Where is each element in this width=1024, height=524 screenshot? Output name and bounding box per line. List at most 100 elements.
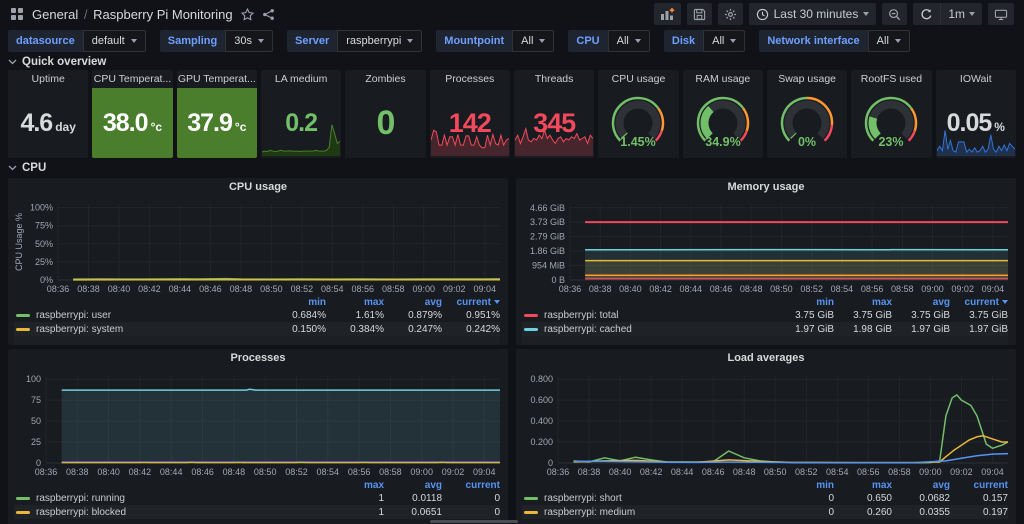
svg-text:2.79 GiB: 2.79 GiB bbox=[530, 232, 565, 242]
svg-text:1.86 GiB: 1.86 GiB bbox=[530, 246, 565, 256]
legend-col-current[interactable]: current bbox=[442, 480, 500, 491]
chevron-down-icon bbox=[258, 39, 264, 43]
stat-panel-iowait: IOWait 0.05% bbox=[936, 70, 1016, 158]
legend-series-name[interactable]: raspberrypi: short bbox=[544, 493, 622, 504]
chart-panel-cpu-usage: CPU usage0%25%50%75%100%08:3608:3808:400… bbox=[8, 178, 508, 345]
legend-col-current[interactable]: current bbox=[442, 297, 500, 308]
panel-title[interactable]: Uptime bbox=[8, 70, 88, 88]
legend-series-name[interactable]: raspberrypi: user bbox=[36, 310, 111, 321]
panel-title[interactable]: Threads bbox=[514, 70, 594, 88]
svg-text:08:50: 08:50 bbox=[254, 467, 277, 477]
svg-text:08:50: 08:50 bbox=[260, 284, 283, 294]
svg-text:100%: 100% bbox=[30, 203, 53, 213]
variable-value-dropdown[interactable]: 30s bbox=[225, 30, 273, 52]
scrollbar-thumb[interactable] bbox=[430, 520, 518, 523]
svg-text:08:38: 08:38 bbox=[77, 284, 100, 294]
share-icon[interactable] bbox=[262, 8, 275, 21]
legend-col-min[interactable]: min bbox=[776, 297, 834, 308]
charts-grid: CPU usage0%25%50%75%100%08:3608:3808:400… bbox=[0, 177, 1024, 524]
legend-value: 1.97 GiB bbox=[892, 324, 950, 335]
legend-col-avg[interactable]: avg bbox=[384, 480, 442, 491]
panel-title[interactable]: RAM usage bbox=[683, 70, 763, 88]
apps-grid-icon[interactable] bbox=[10, 7, 24, 21]
stat-value-number: 0 bbox=[377, 104, 395, 143]
star-icon[interactable] bbox=[241, 8, 254, 21]
legend-series-name[interactable]: raspberrypi: system bbox=[36, 324, 123, 335]
series-color-swatch bbox=[524, 328, 538, 331]
legend-row-clipped bbox=[14, 336, 500, 345]
chevron-down-icon bbox=[730, 39, 736, 43]
panel-title[interactable]: Memory usage bbox=[516, 178, 1016, 196]
panel-title[interactable]: Swap usage bbox=[767, 70, 847, 88]
panel-title[interactable]: CPU usage bbox=[8, 178, 508, 196]
refresh-button[interactable] bbox=[913, 3, 940, 25]
section-cpu[interactable]: CPU bbox=[0, 158, 1024, 177]
variable-value-dropdown[interactable]: All bbox=[608, 30, 650, 52]
panel-title[interactable]: Load averages bbox=[516, 349, 1016, 367]
refresh-interval-dropdown[interactable]: 1m bbox=[940, 3, 982, 25]
legend-row: raspberrypi: running10.01180 bbox=[14, 491, 500, 505]
stat-value-unit: % bbox=[994, 120, 1005, 134]
legend-col-current[interactable]: current bbox=[950, 480, 1008, 491]
panel-title[interactable]: CPU Temperat... bbox=[92, 70, 172, 88]
panel-title[interactable]: Zombies bbox=[345, 70, 425, 88]
series-color-swatch bbox=[16, 314, 30, 317]
panel-title[interactable]: Processes bbox=[430, 70, 510, 88]
panel-title[interactable]: GPU Temperat... bbox=[177, 70, 257, 88]
svg-text:0.600: 0.600 bbox=[530, 395, 553, 405]
kiosk-mode-button[interactable] bbox=[988, 3, 1014, 25]
legend-col-max[interactable]: max bbox=[834, 297, 892, 308]
legend-col-max[interactable]: max bbox=[834, 480, 892, 491]
variable-value-dropdown[interactable]: All bbox=[703, 30, 745, 52]
legend-col-min[interactable]: min bbox=[268, 297, 326, 308]
chart-canvas[interactable]: 025507510008:3608:3808:4008:4208:4408:46… bbox=[12, 367, 504, 479]
legend-col-max[interactable]: max bbox=[326, 480, 384, 491]
variable-value-dropdown[interactable]: default bbox=[83, 30, 146, 52]
legend-value: 0.242% bbox=[442, 324, 500, 335]
stat-value-unit: °c bbox=[151, 120, 162, 134]
legend-col-avg[interactable]: avg bbox=[892, 480, 950, 491]
legend-col-avg[interactable]: avg bbox=[384, 297, 442, 308]
legend-col-min[interactable]: min bbox=[776, 480, 834, 491]
legend-series-name[interactable]: raspberrypi: total bbox=[544, 310, 618, 321]
variable-value-dropdown[interactable]: All bbox=[868, 30, 910, 52]
legend-col-max[interactable]: max bbox=[326, 297, 384, 308]
panel-title[interactable]: CPU usage bbox=[598, 70, 678, 88]
dashboard-settings-button[interactable] bbox=[718, 3, 743, 25]
section-quick-overview[interactable]: Quick overview bbox=[0, 54, 1024, 70]
svg-text:08:46: 08:46 bbox=[702, 467, 725, 477]
panel-title[interactable]: RootFS used bbox=[851, 70, 931, 88]
legend-series-name[interactable]: raspberrypi: blocked bbox=[36, 507, 126, 518]
chart-canvas[interactable]: 0 B954 MiB1.86 GiB2.79 GiB3.73 GiB4.66 G… bbox=[520, 196, 1012, 296]
svg-text:25%: 25% bbox=[35, 257, 53, 267]
save-dashboard-button[interactable] bbox=[687, 3, 712, 25]
svg-text:08:38: 08:38 bbox=[66, 467, 89, 477]
svg-text:08:56: 08:56 bbox=[861, 284, 884, 294]
variable-value-dropdown[interactable]: All bbox=[512, 30, 554, 52]
svg-text:08:46: 08:46 bbox=[199, 284, 222, 294]
variable-value-dropdown[interactable]: raspberrypi bbox=[337, 30, 422, 52]
breadcrumb-title[interactable]: Raspberry Pi Monitoring bbox=[93, 7, 232, 22]
svg-text:08:54: 08:54 bbox=[826, 467, 849, 477]
variables-row: datasourcedefaultSampling30sServerraspbe… bbox=[0, 28, 1024, 54]
stat-panel-cpu-usage-gauge: CPU usage1.45% bbox=[598, 70, 678, 158]
legend-series-name[interactable]: raspberrypi: running bbox=[36, 493, 125, 504]
variable-label: Mountpoint bbox=[436, 30, 512, 52]
panel-title[interactable]: LA medium bbox=[261, 70, 341, 88]
chart-canvas[interactable]: 0%25%50%75%100%08:3608:3808:4008:4208:44… bbox=[12, 196, 504, 296]
legend-series-name[interactable]: raspberrypi: cached bbox=[544, 324, 632, 335]
breadcrumb-folder[interactable]: General bbox=[32, 7, 78, 22]
stat-value-number: 0.05 bbox=[947, 109, 992, 138]
svg-text:50: 50 bbox=[31, 416, 41, 426]
svg-text:08:44: 08:44 bbox=[671, 467, 694, 477]
legend-col-avg[interactable]: avg bbox=[892, 297, 950, 308]
zoom-out-button[interactable] bbox=[882, 3, 907, 25]
series-color-swatch bbox=[16, 511, 30, 514]
add-panel-button[interactable] bbox=[654, 3, 681, 25]
panel-title[interactable]: IOWait bbox=[936, 70, 1016, 88]
chart-canvas[interactable]: 00.2000.4000.6000.80008:3608:3808:4008:4… bbox=[520, 367, 1012, 479]
panel-title[interactable]: Processes bbox=[8, 349, 508, 367]
legend-col-current[interactable]: current bbox=[950, 297, 1008, 308]
time-range-picker[interactable]: Last 30 minutes bbox=[749, 3, 877, 25]
legend-series-name[interactable]: raspberrypi: medium bbox=[544, 507, 635, 518]
